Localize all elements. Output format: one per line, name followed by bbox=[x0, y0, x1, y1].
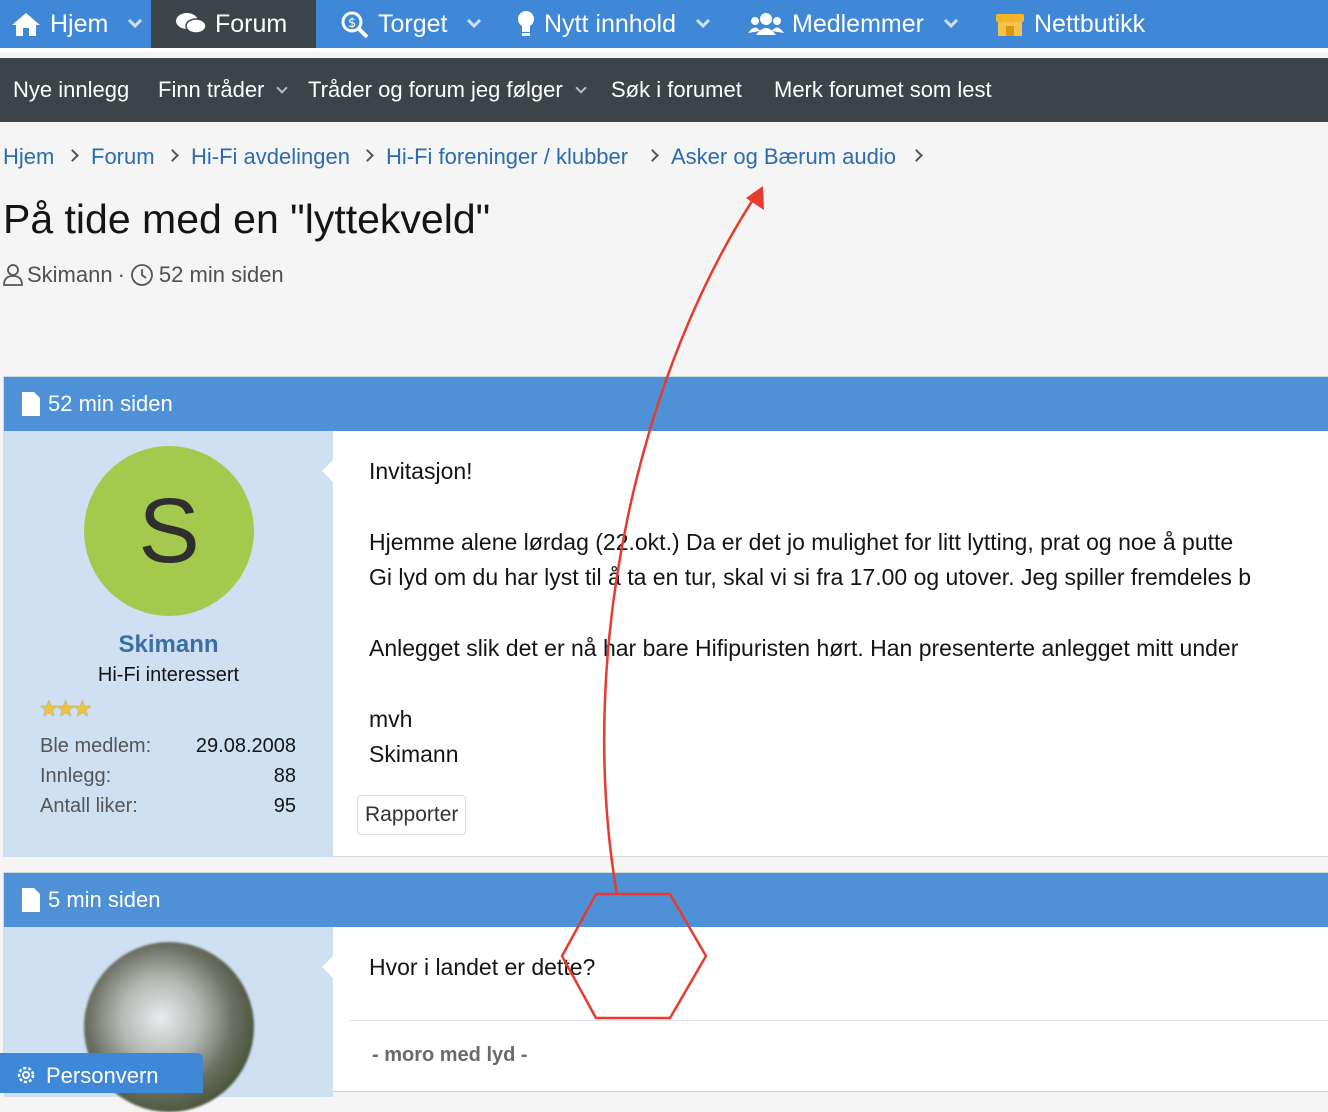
sub-navigation: Nye innlegg Finn tråder Tråder og forum … bbox=[0, 58, 1328, 122]
privacy-tab[interactable]: Personvern bbox=[0, 1053, 203, 1093]
thread-meta: Skimann · 52 min siden bbox=[2, 260, 284, 290]
home-icon bbox=[12, 13, 40, 36]
post-text-line: Skimann bbox=[369, 741, 459, 767]
post-header: 52 min siden bbox=[4, 377, 1328, 431]
page-title: På tide med en "lyttekveld" bbox=[3, 196, 491, 242]
stat-label: Innlegg: bbox=[40, 765, 112, 787]
post-text: Hvor i landet er dette? bbox=[369, 954, 596, 980]
subnav-nye-innlegg[interactable]: Nye innlegg bbox=[13, 58, 129, 122]
post-text-line: Anlegget slik det er nå har bare Hifipur… bbox=[369, 635, 1239, 661]
nav-item-nettbutikk[interactable]: Nettbutikk bbox=[994, 0, 1164, 48]
chevron-right-icon bbox=[361, 149, 374, 162]
chevron-down-icon[interactable] bbox=[276, 81, 289, 94]
chevron-down-icon[interactable] bbox=[943, 13, 959, 29]
thread-age[interactable]: 52 min siden bbox=[159, 262, 284, 288]
report-button[interactable]: Rapporter bbox=[357, 795, 467, 835]
subnav-trader-jeg-folger[interactable]: Tråder og forum jeg følger bbox=[308, 58, 587, 122]
stat-joined: Ble medlem: 29.08.2008 bbox=[40, 735, 296, 758]
user-title: Hi-Fi interessert bbox=[97, 664, 240, 686]
stat-value: 95 bbox=[273, 795, 296, 817]
chevron-down-icon[interactable] bbox=[467, 13, 482, 29]
chevron-down-icon[interactable] bbox=[695, 13, 711, 29]
subnav-label: Merk forumet som lest bbox=[774, 77, 992, 102]
post-text-line: Gi lyd om du har lyst til å ta en tur, s… bbox=[369, 564, 1252, 590]
breadcrumb-hifi-foreninger[interactable]: Hi-Fi foreninger / klubber bbox=[386, 142, 628, 172]
stat-value: 29.08.2008 bbox=[195, 735, 296, 757]
post-user-sidebar: S Skimann Hi-Fi interessert ★★★ Ble medl… bbox=[4, 431, 334, 857]
nav-item-forum[interactable]: Forum bbox=[151, 0, 316, 48]
nav-item-label: Nettbutikk bbox=[1034, 9, 1146, 38]
post-text-line: Invitasjon! bbox=[369, 458, 473, 484]
meta-separator: · bbox=[117, 262, 125, 287]
chevron-right-icon bbox=[646, 149, 659, 162]
file-icon bbox=[22, 888, 40, 912]
clock-icon bbox=[131, 264, 153, 286]
nav-item-torget[interactable]: $ Torget bbox=[340, 0, 490, 48]
thread-author[interactable]: Skimann bbox=[27, 262, 113, 288]
post-header: 5 min siden bbox=[4, 873, 1328, 927]
subnav-label: Nye innlegg bbox=[13, 77, 130, 102]
breadcrumb-forum[interactable]: Forum bbox=[91, 142, 155, 172]
nav-item-nytt-innhold[interactable]: Nytt innhold bbox=[516, 0, 726, 48]
breadcrumb-hjem[interactable]: Hjem bbox=[3, 142, 54, 172]
username[interactable]: Skimann bbox=[4, 631, 333, 659]
stat-posts: Innlegg: 88 bbox=[40, 765, 296, 788]
subnav-merk-som-lest[interactable]: Merk forumet som lest bbox=[774, 58, 992, 122]
subnav-finn-trader[interactable]: Finn tråder bbox=[158, 58, 289, 122]
nav-item-label: Forum bbox=[215, 9, 288, 38]
nav-item-label: Medlemmer bbox=[792, 9, 924, 38]
store-icon bbox=[996, 14, 1024, 36]
nav-item-medlemmer[interactable]: Medlemmer bbox=[748, 0, 963, 48]
comments-icon bbox=[176, 13, 207, 34]
subnav-label: Finn tråder bbox=[158, 77, 265, 102]
svg-text:$: $ bbox=[348, 16, 356, 31]
top-navigation: Hjem Forum $ Torget Nytt innhold Medlemm… bbox=[0, 0, 1328, 52]
nav-item-label: Hjem bbox=[50, 9, 109, 38]
chevron-down-icon[interactable] bbox=[575, 81, 587, 94]
post-text-line: mvh bbox=[369, 706, 413, 732]
nav-item-label: Torget bbox=[378, 9, 448, 38]
stat-label: Antall liker: bbox=[40, 795, 138, 817]
subnav-label: Tråder og forum jeg følger bbox=[308, 77, 563, 102]
post-time[interactable]: 5 min siden bbox=[48, 887, 161, 913]
chevron-right-icon bbox=[910, 149, 923, 162]
user-icon bbox=[3, 264, 23, 286]
stat-likes: Antall liker: 95 bbox=[40, 795, 296, 818]
gear-icon bbox=[17, 1066, 35, 1084]
nav-item-label: Nytt innhold bbox=[544, 9, 677, 38]
post-text-line: Hjemme alene lørdag (22.okt.) Da er det … bbox=[369, 529, 1234, 555]
users-icon bbox=[748, 13, 784, 35]
subnav-sok-i-forumet[interactable]: Søk i forumet bbox=[611, 58, 742, 122]
lightbulb-icon bbox=[518, 11, 534, 36]
search-dollar-icon: $ bbox=[341, 11, 369, 38]
chevron-right-icon bbox=[66, 149, 79, 162]
post-signature: - moro med lyd - bbox=[372, 1044, 528, 1066]
post-time[interactable]: 52 min siden bbox=[48, 391, 173, 417]
file-icon bbox=[22, 392, 40, 416]
breadcrumb-hifi-avdelingen[interactable]: Hi-Fi avdelingen bbox=[191, 142, 350, 172]
avatar[interactable]: S bbox=[84, 446, 254, 616]
nav-item-hjem[interactable]: Hjem bbox=[10, 0, 150, 48]
post-divider bbox=[349, 1020, 1328, 1021]
stat-value: 88 bbox=[273, 765, 296, 787]
chevron-right-icon bbox=[166, 149, 179, 162]
stat-label: Ble medlem: bbox=[40, 735, 152, 757]
annotation-arrowhead bbox=[746, 186, 764, 210]
subnav-label: Søk i forumet bbox=[611, 77, 742, 102]
breadcrumb-asker-baerum-audio[interactable]: Asker og Bærum audio bbox=[671, 142, 896, 172]
privacy-tab-label: Personvern bbox=[46, 1063, 159, 1088]
rating-stars: ★★★ bbox=[39, 696, 92, 721]
chevron-down-icon[interactable] bbox=[128, 13, 143, 29]
post-1: 52 min siden S Skimann Hi-Fi interessert… bbox=[3, 376, 1328, 857]
